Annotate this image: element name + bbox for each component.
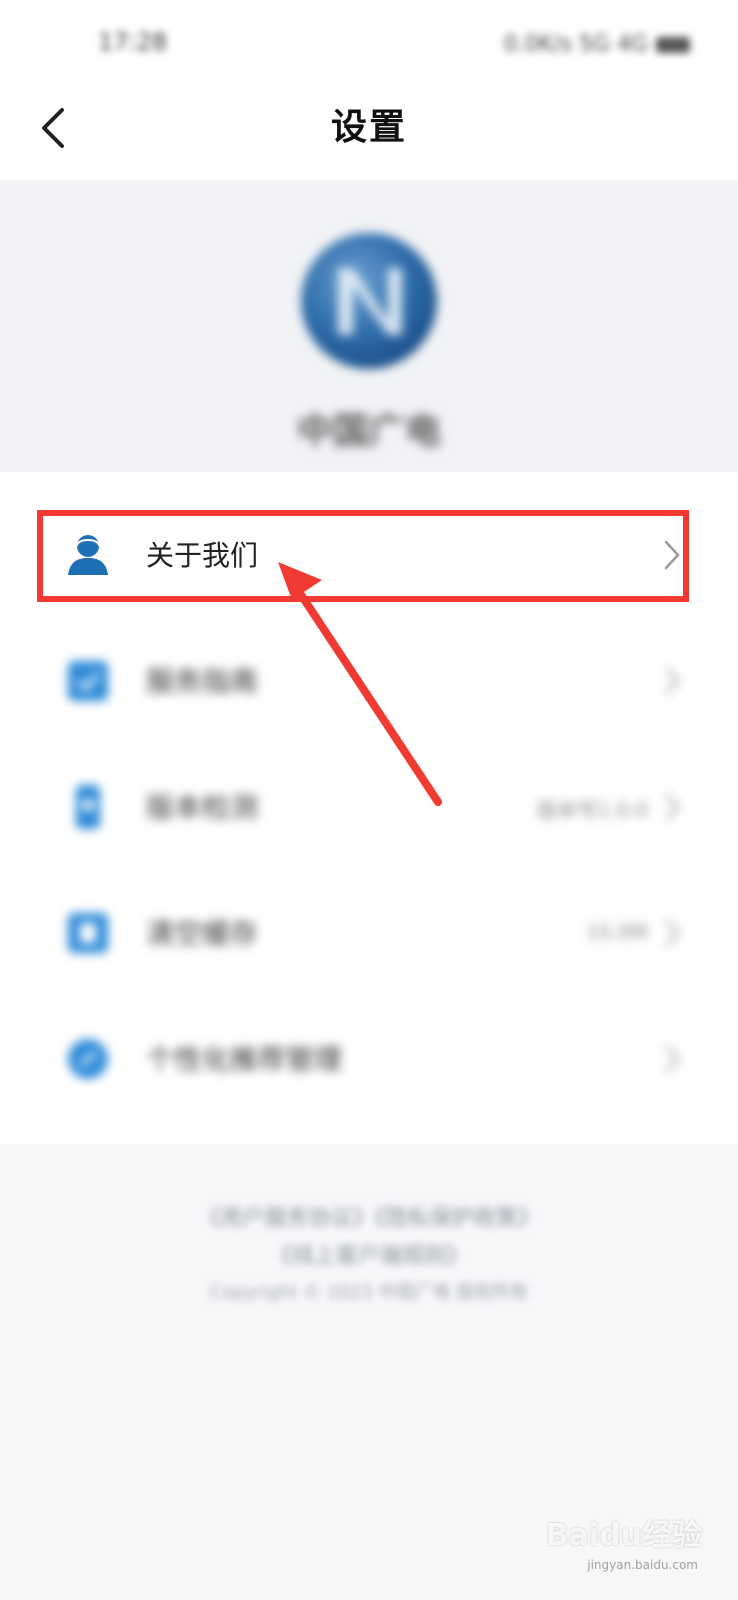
footer-links-1[interactable]: 《用户服务协议》《隐私保护政策》 [0, 1200, 738, 1238]
status-time: 17:28 [98, 28, 168, 56]
header: 设置 [0, 88, 738, 180]
menu-item-label: 服务指南 [146, 665, 259, 698]
guide-icon [68, 661, 108, 701]
chevron-right-icon [665, 667, 680, 695]
recommend-icon [68, 1039, 108, 1079]
settings-menu: 关于我们 服务指南 版本检测 版本号1.0.0 清空缓存 15.0M 个性化推荐… [0, 472, 738, 1144]
footer-copyright: Copyright © 2023 中国广电 版权所有 [209, 1282, 529, 1303]
menu-item-label: 关于我们 [146, 539, 259, 572]
menu-item-value: 版本号1.0.0 [537, 798, 648, 822]
app-logo [301, 233, 437, 369]
cache-icon [68, 913, 108, 953]
app-name: 中国广电 [296, 411, 441, 452]
battery-icon [656, 36, 690, 53]
chevron-right-icon [665, 919, 680, 947]
menu-item-version-check[interactable]: 版本检测 版本号1.0.0 [0, 752, 738, 862]
menu-item-clear-cache[interactable]: 清空缓存 15.0M [0, 878, 738, 988]
menu-item-label: 清空缓存 [146, 917, 259, 950]
user-icon [68, 535, 108, 575]
chevron-right-icon [664, 540, 680, 570]
page-title: 设置 [330, 107, 407, 148]
menu-item-recommendation[interactable]: 个性化推荐管理 [0, 1004, 738, 1114]
menu-item-service-guide[interactable]: 服务指南 [0, 626, 738, 736]
chevron-right-icon [665, 793, 680, 821]
profile-section: 中国广电 [0, 180, 738, 472]
baidu-watermark: Baidu经验 [545, 1518, 702, 1553]
menu-item-label: 个性化推荐管理 [146, 1043, 343, 1076]
footer-links-2[interactable]: 《线上客户端规则》 [0, 1238, 738, 1276]
version-icon [76, 785, 100, 829]
menu-item-value: 15.0M [586, 920, 648, 944]
status-indicators: 0.0K/s 5G 4G [504, 32, 690, 57]
menu-item-about-us[interactable]: 关于我们 [0, 500, 738, 610]
chevron-right-icon [665, 1045, 680, 1073]
menu-item-label: 版本检测 [146, 791, 259, 824]
footer: 《用户服务协议》《隐私保护政策》 《线上客户端规则》 Copyright © 2… [0, 1200, 738, 1310]
status-bar: 17:28 0.0K/s 5G 4G [0, 0, 738, 88]
status-indicators-text: 0.0K/s 5G 4G [503, 32, 648, 57]
baidu-watermark-site: jingyan.baidu.com [587, 1558, 698, 1572]
